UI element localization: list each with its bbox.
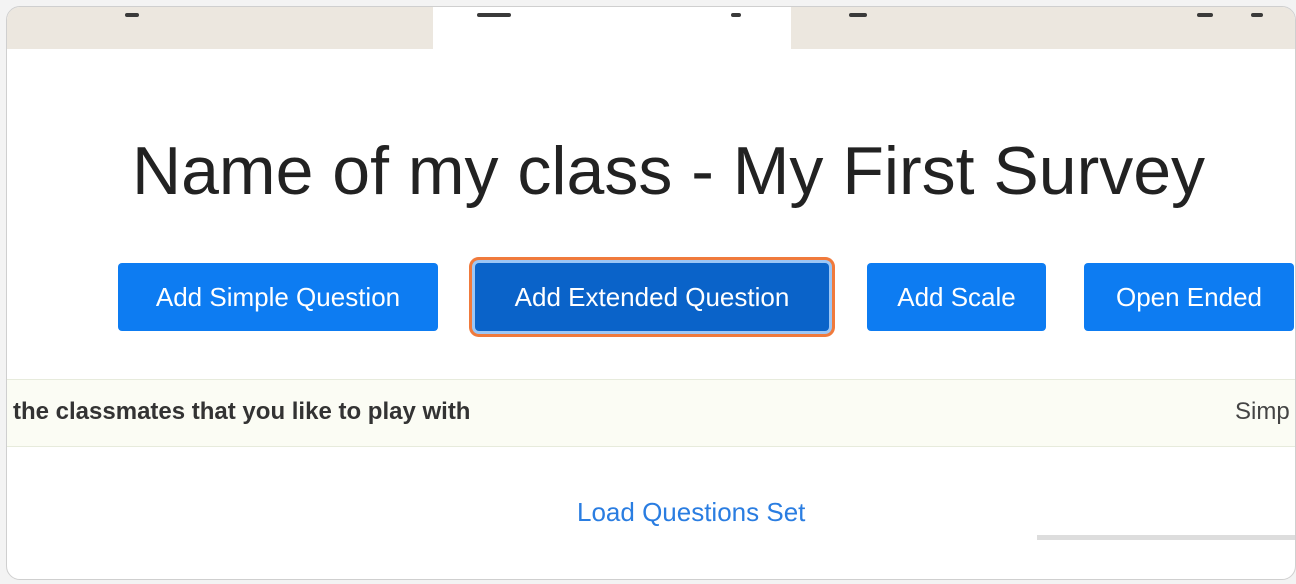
page-title: Name of my class - My First Survey	[132, 133, 1206, 209]
tab-icon	[477, 13, 511, 17]
top-tab-strip	[7, 7, 1295, 49]
tab-icon	[125, 13, 139, 17]
question-text: the classmates that you like to play wit…	[13, 398, 471, 425]
app-window: Name of my class - My First Survey Add S…	[6, 6, 1296, 580]
load-questions-set-link[interactable]: Load Questions Set	[577, 497, 805, 528]
open-ended-button[interactable]: Open Ended	[1084, 263, 1294, 331]
tab-icon	[1251, 13, 1263, 17]
add-extended-question-button[interactable]: Add Extended Question	[475, 263, 829, 331]
question-type: Simp	[1235, 398, 1290, 425]
tab-icon	[1197, 13, 1213, 17]
tab-icon	[849, 13, 867, 17]
table-row[interactable]: the classmates that you like to play wit…	[7, 379, 1295, 447]
horizontal-scrollbar[interactable]	[1037, 535, 1295, 540]
tab-icon	[731, 13, 741, 17]
add-scale-button[interactable]: Add Scale	[867, 263, 1046, 331]
tab-active[interactable]	[433, 7, 791, 49]
add-simple-question-button[interactable]: Add Simple Question	[118, 263, 438, 331]
